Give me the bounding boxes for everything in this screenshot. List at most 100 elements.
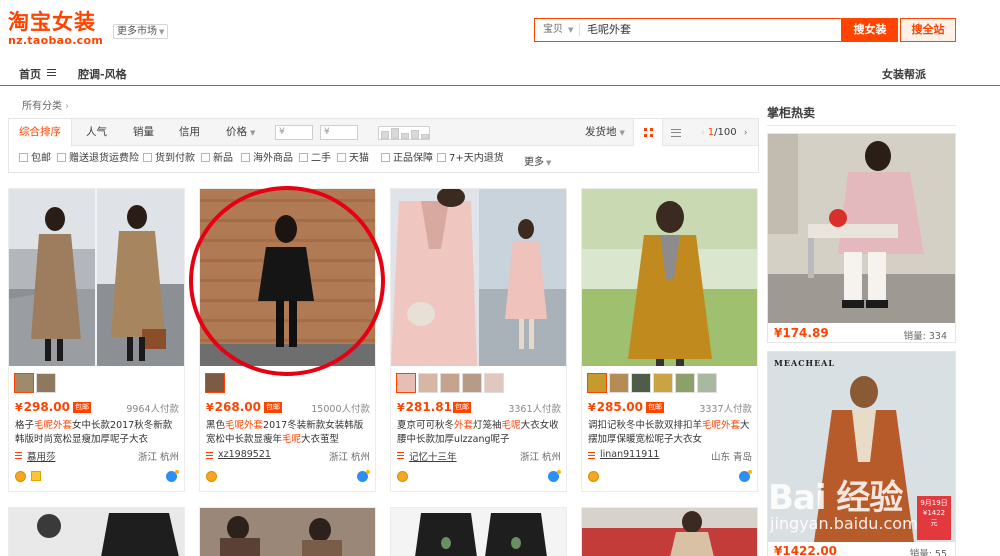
sidebar-product-image[interactable]	[768, 134, 955, 323]
next-page-icon[interactable]: ›	[744, 128, 748, 138]
product-price: ¥281.81	[397, 400, 452, 414]
nav-style[interactable]: 腔调-风格	[78, 66, 127, 82]
badges	[397, 470, 561, 483]
taobao-logo[interactable]: 淘宝女装 nz.taobao.com	[8, 10, 108, 50]
color-thumbnails	[587, 373, 719, 393]
product-title[interactable]: 格子毛呢外套女中长款2017秋冬新款韩版时尚宽松显瘦加厚呢子大衣	[15, 419, 180, 447]
color-thumb[interactable]	[653, 373, 673, 393]
chevron-down-icon: ▼	[250, 129, 256, 137]
color-thumb[interactable]	[609, 373, 629, 393]
wangwang-chat-icon[interactable]	[166, 470, 179, 482]
product-image[interactable]	[200, 508, 376, 556]
filter-label: 天猫	[349, 153, 369, 164]
wangwang-chat-icon[interactable]	[357, 470, 370, 482]
product-card[interactable]	[581, 507, 758, 556]
nav-home[interactable]: 首页	[19, 66, 41, 82]
menu-icon[interactable]	[47, 69, 56, 76]
product-card[interactable]: ¥285.00 包邮 3337人付款 调扣记秋冬中长款双排扣羊毛呢外套大摆加厚保…	[581, 188, 758, 492]
filter-cod[interactable]: 货到付款	[143, 153, 195, 166]
sidebar-product-card[interactable]: ¥174.89 销量: 334	[767, 133, 956, 343]
shop-name[interactable]: 慕用莎	[27, 449, 56, 463]
search-input[interactable]: 毛呢外套	[587, 19, 631, 40]
price-row: ¥281.81 包邮 3361人付款	[397, 400, 561, 416]
wangwang-chat-icon[interactable]	[548, 470, 561, 482]
filter-label: 包邮	[31, 153, 51, 164]
more-markets-dropdown[interactable]: 更多市场 ▼	[113, 24, 169, 39]
checkbox-icon	[437, 153, 446, 162]
wangwang-chat-icon[interactable]	[739, 470, 752, 482]
product-card[interactable]: ¥298.00 包邮 9964人付款 格子毛呢外套女中长款2017秋冬新款韩版时…	[8, 188, 185, 492]
product-image[interactable]	[582, 189, 757, 366]
sort-tab-default[interactable]: 综合排序	[9, 119, 72, 146]
product-image[interactable]	[391, 189, 566, 366]
breadcrumb[interactable]: 所有分类 ›	[22, 97, 69, 112]
product-image[interactable]	[9, 508, 185, 556]
product-image[interactable]	[200, 189, 375, 366]
search-all-button[interactable]: 搜全站	[900, 18, 956, 42]
badges	[15, 470, 179, 483]
sidebar-product-card[interactable]: MEACHEAL 9月19日 ¥1422 元 ¥1422.00 销量: 55	[767, 351, 956, 556]
price-distribution-chart-icon[interactable]	[378, 126, 430, 140]
price-min-input[interactable]: ¥	[275, 125, 313, 140]
shop-name[interactable]: linan911911	[600, 449, 659, 460]
filter-secondhand[interactable]: 二手	[299, 153, 331, 166]
color-thumb[interactable]	[396, 373, 416, 393]
sort-tab-price[interactable]: 价格 ▼	[226, 119, 255, 146]
list-view-icon[interactable]	[671, 129, 681, 137]
sort-bar: 综合排序 人气 销量 信用 价格▼ ¥ - ¥ 发货地▼ ‹ 1/100 ›	[8, 118, 759, 146]
product-title[interactable]: 调扣记秋冬中长款双排扣羊毛呢外套大摆加厚保暖宽松呢子大衣女	[588, 419, 753, 447]
shop-name[interactable]: xz1989521	[218, 449, 271, 460]
search-box[interactable]: 宝贝 ▼ 毛呢外套	[534, 18, 842, 42]
gold-seller-icon	[15, 471, 26, 482]
color-thumb[interactable]	[14, 373, 34, 393]
logo-text: 淘宝女装	[8, 10, 96, 34]
color-thumb[interactable]	[631, 373, 651, 393]
breadcrumb-all-categories[interactable]: 所有分类	[22, 101, 62, 112]
sold-count: 9964人付款	[126, 404, 179, 415]
filter-free-shipping[interactable]: 包邮	[19, 153, 51, 166]
product-image[interactable]	[9, 189, 184, 366]
color-thumb[interactable]	[418, 373, 438, 393]
search-women-button[interactable]: 搜女装	[842, 18, 898, 42]
color-thumb[interactable]	[675, 373, 695, 393]
ship-from-dropdown[interactable]: 发货地 ▼	[585, 119, 625, 146]
product-title[interactable]: 夏京可可秋冬外套灯笼袖毛呢大衣女收腰中长款加厚ulzzang呢子	[397, 419, 562, 447]
color-thumb[interactable]	[697, 373, 717, 393]
product-card[interactable]	[8, 507, 185, 556]
prev-page-icon[interactable]: ‹	[701, 128, 705, 138]
color-thumb[interactable]	[462, 373, 482, 393]
shop-name[interactable]: 记忆十三年	[409, 449, 457, 463]
sort-tab-popularity[interactable]: 人气	[86, 119, 107, 146]
filter-genuine[interactable]: 正品保障	[381, 153, 433, 166]
color-thumb[interactable]	[440, 373, 460, 393]
product-title[interactable]: 黑色毛呢外套2017冬装新款女装韩版宽松中长款显瘦年毛呢大衣茧型	[206, 419, 371, 447]
color-thumb[interactable]	[484, 373, 504, 393]
product-image[interactable]	[391, 508, 567, 556]
filter-new[interactable]: 新品	[201, 153, 233, 166]
nav-help[interactable]: 女装帮派	[882, 66, 926, 82]
color-thumb[interactable]	[205, 373, 225, 393]
sort-tab-credit[interactable]: 信用	[179, 119, 200, 146]
filter-return-insurance[interactable]: 赠送退货运费险	[57, 153, 139, 166]
color-thumb[interactable]	[587, 373, 607, 393]
checkbox-icon	[381, 153, 390, 162]
chevron-down-icon: ▼	[619, 129, 625, 137]
price-max-input[interactable]: ¥	[320, 125, 358, 140]
more-filters[interactable]: 更多 ▼	[524, 153, 551, 168]
search-scope-select[interactable]: 宝贝 ▼	[543, 19, 573, 40]
filter-overseas[interactable]: 海外商品	[241, 153, 293, 166]
product-card[interactable]	[390, 507, 567, 556]
filter-tmall[interactable]: 天猫	[337, 153, 369, 166]
product-card[interactable]: ¥268.00 包邮 15000人付款 黑色毛呢外套2017冬装新款女装韩版宽松…	[199, 188, 376, 492]
sidebar-title: 掌柜热卖	[767, 106, 816, 120]
product-image[interactable]	[582, 508, 758, 556]
filter-7day-return[interactable]: 7+天内退货	[437, 153, 504, 166]
sidebar-product-image[interactable]: MEACHEAL 9月19日 ¥1422 元	[768, 352, 955, 542]
sidebar-divider	[767, 125, 956, 126]
product-card[interactable]	[199, 507, 376, 556]
sort-tab-sales[interactable]: 销量	[133, 119, 154, 146]
product-card[interactable]: ¥281.81 包邮 3361人付款 夏京可可秋冬外套灯笼袖毛呢大衣女收腰中长款…	[390, 188, 567, 492]
color-thumb[interactable]	[36, 373, 56, 393]
search-scope-label: 宝贝	[543, 24, 563, 35]
grid-view-icon[interactable]	[633, 119, 663, 146]
